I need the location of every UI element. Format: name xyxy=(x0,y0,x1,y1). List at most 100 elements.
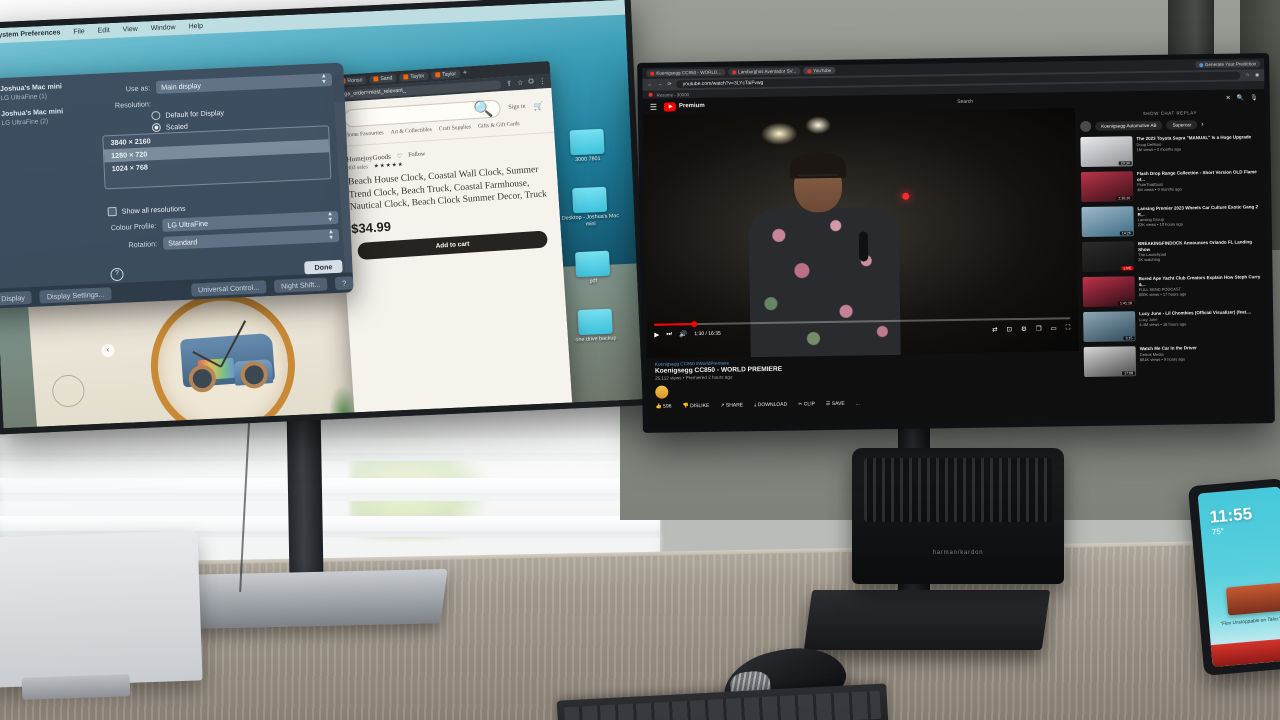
channel-avatar[interactable] xyxy=(655,385,669,399)
back-icon[interactable]: ← xyxy=(647,82,652,88)
channel-avatar-chip[interactable] xyxy=(1080,120,1092,133)
show-chat-replay-label[interactable]: SHOW CHAT REPLAY xyxy=(1080,109,1260,117)
close-icon[interactable]: ✕ xyxy=(1226,94,1231,101)
header-icons[interactable]: ✕ 🔍 🎙 xyxy=(1226,94,1258,102)
theater-icon[interactable]: ▭ xyxy=(1051,324,1057,332)
recommendation-meta: 600K views • 17 hours ago xyxy=(1138,291,1187,298)
echo-promo-card[interactable] xyxy=(1225,582,1280,616)
chevron-right-icon[interactable]: › xyxy=(1201,121,1203,128)
macbook-stand xyxy=(21,674,131,700)
video-thumbnail[interactable]: 29:34 xyxy=(1080,136,1133,168)
right-monitor-screen[interactable]: Koenigsegg CC850 - WORLD... Lamborghini … xyxy=(642,58,1270,428)
echo-show-device[interactable]: 11:55 75° "Flex Unstoppable on Tales" xyxy=(1187,478,1280,676)
glasses xyxy=(797,173,839,185)
browser-tab[interactable]: Koenigsegg CC850 - WORLD... xyxy=(646,68,726,77)
profile-icon[interactable]: ◉ xyxy=(1255,72,1259,78)
macbook-laptop xyxy=(0,530,203,688)
player-controls[interactable]: ▶ ⏭ 🔊 1:30 / 16:35 ⇄ ⊡ ⚙ ❐ ▭ ⛶ xyxy=(646,317,1078,358)
video-thumbnail[interactable]: LIVE xyxy=(1082,241,1135,273)
browser-tab-active[interactable]: YouTube xyxy=(803,66,836,75)
duration-badge: 1:41:18 xyxy=(1117,301,1134,306)
duration-badge: 17:08 xyxy=(1122,371,1136,376)
share-button[interactable]: ↗ SHARE xyxy=(720,402,743,408)
save-button[interactable]: ☰ SAVE xyxy=(826,401,845,407)
time-display: 1:30 / 16:35 xyxy=(694,330,721,338)
autoplay-icon[interactable]: ⇄ xyxy=(992,325,998,333)
browser-tab[interactable]: Generate Your Prediction xyxy=(1194,60,1261,69)
settings-icon[interactable]: ⚙ xyxy=(1021,325,1027,333)
recommendation-meta: 2K watching xyxy=(1138,257,1161,263)
favicon-icon xyxy=(732,69,737,74)
filter-chips[interactable]: Koenigsegg Automotive AB Supercar › xyxy=(1080,118,1260,133)
youtube-primary-column: ▶ ⏭ 🔊 1:30 / 16:35 ⇄ ⊡ ⚙ ❐ ▭ ⛶ Koenigseg… xyxy=(642,108,1081,428)
duration-badge: 2:35:26 xyxy=(1116,196,1133,201)
left-monitor: System Preferences File Edit View Window… xyxy=(0,0,650,435)
mic-icon[interactable]: 🎙 xyxy=(1250,94,1258,101)
recommendation-meta: 1M views • 2 months ago xyxy=(1136,146,1182,152)
chip-koenigsegg[interactable]: Koenigsegg Automotive AB xyxy=(1095,120,1163,131)
favicon-icon xyxy=(1198,62,1203,67)
browser-tab[interactable]: Lamborghini Aventador SV... xyxy=(728,67,801,76)
duration-badge: 3:15 xyxy=(1123,336,1135,341)
browser-tab-label: Generate Your Prediction xyxy=(1204,61,1257,68)
studio-light xyxy=(761,122,798,146)
youtube-content: ▶ ⏭ 🔊 1:30 / 16:35 ⇄ ⊡ ⚙ ❐ ▭ ⛶ Koenigseg… xyxy=(642,105,1270,428)
recommendation-meta: 4M views • 9 months ago xyxy=(1137,186,1182,193)
control-row[interactable]: ▶ ⏭ 🔊 1:30 / 16:35 ⇄ ⊡ ⚙ ❐ ▭ ⛶ xyxy=(654,324,1070,339)
echo-bottom-bar xyxy=(1210,637,1280,668)
left-monitor-bezel xyxy=(0,0,650,435)
bookmark-item[interactable]: Resume - 30000 xyxy=(657,92,690,98)
recommendation-item[interactable]: 3:15 Lucy June - Lil Chombies (Official … xyxy=(1083,309,1263,343)
volume-icon[interactable]: 🔊 xyxy=(679,330,687,338)
studio-light xyxy=(804,115,832,135)
next-icon[interactable]: ⏭ xyxy=(666,330,672,338)
live-badge: LIVE xyxy=(1121,266,1134,271)
clip-button[interactable]: ✂ CLIP xyxy=(798,401,815,407)
video-thumbnail[interactable]: 3:15 xyxy=(1083,311,1136,343)
video-thumbnail[interactable]: 17:08 xyxy=(1083,346,1137,378)
left-monitor-stand-base xyxy=(178,568,448,630)
chip-supercar[interactable]: Supercar xyxy=(1166,120,1198,130)
red-indicator-light xyxy=(902,192,910,200)
recommendation-item[interactable]: 17:08 Watch Me Car In the Driver Detroit… xyxy=(1083,344,1264,378)
right-monitor-stand-base xyxy=(803,590,1051,650)
recommendation-item[interactable]: LIVE BREAKINGFINDOCK Announces Orlando F… xyxy=(1082,239,1262,273)
search-icon[interactable]: 🔍 xyxy=(1237,94,1245,101)
youtube-sidebar[interactable]: SHOW CHAT REPLAY Koenigsegg Automotive A… xyxy=(1075,105,1270,428)
fullscreen-icon[interactable]: ⛶ xyxy=(1066,324,1071,332)
progress-handle[interactable] xyxy=(691,321,698,328)
speaker-brand-label: harman/kardon xyxy=(932,550,984,556)
star-icon[interactable]: ☆ xyxy=(1245,72,1250,78)
like-button[interactable]: 👍 596 xyxy=(655,403,671,409)
duration-badge: 29:34 xyxy=(1118,161,1132,166)
recommendation-item[interactable]: 29:34 The 2023 Toyota Supra "MANUAL" Is … xyxy=(1080,134,1260,168)
microphone xyxy=(858,231,869,262)
youtube-premium-label: Premium xyxy=(678,102,705,110)
video-thumbnail[interactable]: 14:26 xyxy=(1081,206,1134,238)
recommendation-meta: 4.4M views • 16 hours ago xyxy=(1139,321,1187,327)
recommendation-meta: 681K views • 9 hours ago xyxy=(1139,356,1186,362)
browser-tab-label: Lamborghini Aventador SV... xyxy=(738,68,797,75)
youtube-logo[interactable]: Premium xyxy=(663,101,705,112)
play-icon[interactable]: ▶ xyxy=(654,331,659,339)
recommendation-meta: 22K views • 10 hours ago xyxy=(1137,221,1183,228)
echo-show-screen[interactable]: 11:55 75° "Flex Unstoppable on Tales" xyxy=(1197,486,1280,668)
browser-tab-label: Koenigsegg CC850 - WORLD... xyxy=(656,69,722,76)
reload-icon[interactable]: ⟳ xyxy=(667,81,671,87)
more-button[interactable]: ... xyxy=(856,401,860,407)
miniplayer-icon[interactable]: ❐ xyxy=(1036,325,1042,333)
video-player[interactable]: ▶ ⏭ 🔊 1:30 / 16:35 ⇄ ⊡ ⚙ ❐ ▭ ⛶ xyxy=(642,108,1079,358)
video-thumbnail[interactable]: 1:41:18 xyxy=(1082,276,1136,308)
subtitles-icon[interactable]: ⊡ xyxy=(1006,325,1012,333)
forward-icon[interactable]: → xyxy=(657,82,662,88)
favicon-icon xyxy=(648,92,653,97)
hamburger-icon[interactable]: ☰ xyxy=(650,102,657,111)
right-controls[interactable]: ⇄ ⊡ ⚙ ❐ ▭ ⛶ xyxy=(992,324,1070,333)
recommendation-item[interactable]: 2:35:26 Flash Drop Range Collection - Sh… xyxy=(1080,169,1261,203)
dislike-button[interactable]: 👎 DISLIKE xyxy=(682,403,709,409)
favicon-icon xyxy=(650,71,655,76)
recommendation-item[interactable]: 1:41:18 Bored Ape Yacht Club Creators Ex… xyxy=(1082,274,1263,308)
recommendation-item[interactable]: 14:26 Lansing Premier 2023 Wheels Car Cu… xyxy=(1081,204,1261,238)
video-thumbnail[interactable]: 2:35:26 xyxy=(1080,171,1134,203)
download-button[interactable]: ⤓ DOWNLOAD xyxy=(754,402,787,409)
